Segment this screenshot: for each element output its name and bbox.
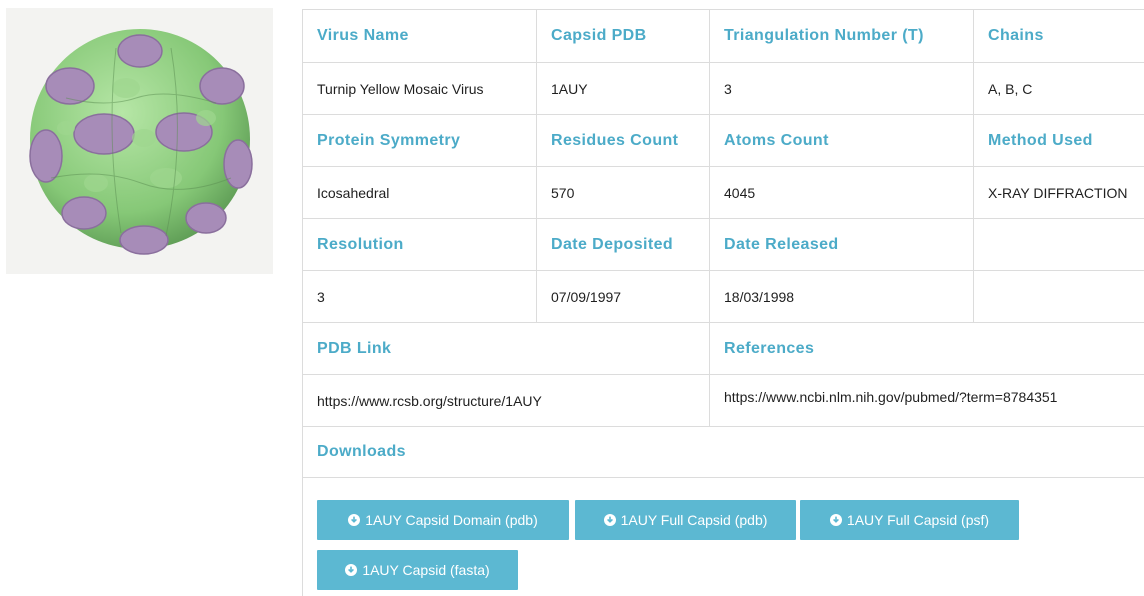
header-downloads: Downloads xyxy=(317,443,406,460)
header-capsid-pdb: Capsid PDB xyxy=(537,10,710,62)
value-atoms-count: 4045 xyxy=(710,167,974,218)
value-date-deposited: 07/09/1997 xyxy=(537,271,710,322)
header-atoms-count: Atoms Count xyxy=(710,115,974,166)
downloads-panel: 1AUY Capsid Domain (pdb) 1AUY Full Capsi… xyxy=(303,478,1144,596)
header-triangulation-number: Triangulation Number (T) xyxy=(710,10,974,62)
header-date-deposited: Date Deposited xyxy=(537,219,710,270)
table-row: Icosahedral 570 4045 X-RAY DIFFRACTION xyxy=(303,167,1144,219)
header-references: References xyxy=(724,339,815,357)
header-residues-count: Residues Count xyxy=(537,115,710,166)
download-circle-icon xyxy=(345,564,358,576)
value-date-released: 18/03/1998 xyxy=(710,271,974,322)
table-row-header: Virus Name Capsid PDB Triangulation Numb… xyxy=(303,10,1144,63)
value-capsid-pdb: 1AUY xyxy=(537,63,710,114)
pdb-link[interactable]: https://www.rcsb.org/structure/1AUY xyxy=(303,375,710,426)
download-button-label: 1AUY Capsid Domain (pdb) xyxy=(365,512,538,528)
header-resolution: Resolution xyxy=(303,219,537,270)
table-row: Turnip Yellow Mosaic Virus 1AUY 3 A, B, … xyxy=(303,63,1144,115)
virus-info-table: Virus Name Capsid PDB Triangulation Numb… xyxy=(302,9,1144,596)
header-pdb-link: PDB Link xyxy=(303,323,710,374)
value-residues-count: 570 xyxy=(537,167,710,218)
value-triangulation-number: 3 xyxy=(710,63,974,114)
value-chains: A, B, C xyxy=(988,80,1033,97)
download-full-capsid-pdb-button[interactable]: 1AUY Full Capsid (pdb) xyxy=(575,500,796,540)
references-link[interactable]: https://www.ncbi.nlm.nih.gov/pubmed/?ter… xyxy=(710,375,1144,426)
download-circle-icon xyxy=(603,514,616,526)
header-virus-name: Virus Name xyxy=(303,10,537,62)
download-full-capsid-psf-button[interactable]: 1AUY Full Capsid (psf) xyxy=(800,500,1019,540)
value-method-used: X-RAY DIFFRACTION xyxy=(988,184,1128,201)
table-row: https://www.rcsb.org/structure/1AUY http… xyxy=(303,375,1144,427)
header-chains: Chains xyxy=(988,27,1044,44)
table-row-header: Protein Symmetry Residues Count Atoms Co… xyxy=(303,115,1144,167)
table-row-header: Resolution Date Deposited Date Released xyxy=(303,219,1144,271)
download-button-label: 1AUY Full Capsid (psf) xyxy=(846,512,990,528)
value-virus-name: Turnip Yellow Mosaic Virus xyxy=(303,63,537,114)
download-capsid-domain-pdb-button[interactable]: 1AUY Capsid Domain (pdb) xyxy=(317,500,569,540)
download-circle-icon xyxy=(348,514,361,526)
virus-detail-page: Virus Name Capsid PDB Triangulation Numb… xyxy=(0,0,1144,596)
value-resolution: 3 xyxy=(303,271,537,322)
value-empty xyxy=(974,271,1144,322)
download-capsid-fasta-button[interactable]: 1AUY Capsid (fasta) xyxy=(317,550,518,590)
header-method-used: Method Used xyxy=(988,131,1093,149)
download-button-label: 1AUY Capsid (fasta) xyxy=(362,562,490,578)
header-date-released: Date Released xyxy=(710,219,974,270)
table-row: 3 07/09/1997 18/03/1998 xyxy=(303,271,1144,323)
table-row-header: PDB Link References xyxy=(303,323,1144,375)
header-empty xyxy=(974,219,1144,270)
value-protein-symmetry: Icosahedral xyxy=(303,167,537,218)
download-circle-icon xyxy=(829,514,842,526)
table-row-header: Downloads xyxy=(303,427,1144,478)
download-button-label: 1AUY Full Capsid (pdb) xyxy=(620,512,768,528)
capsid-render xyxy=(29,29,253,255)
capsid-image xyxy=(6,8,273,274)
header-protein-symmetry: Protein Symmetry xyxy=(303,115,537,166)
